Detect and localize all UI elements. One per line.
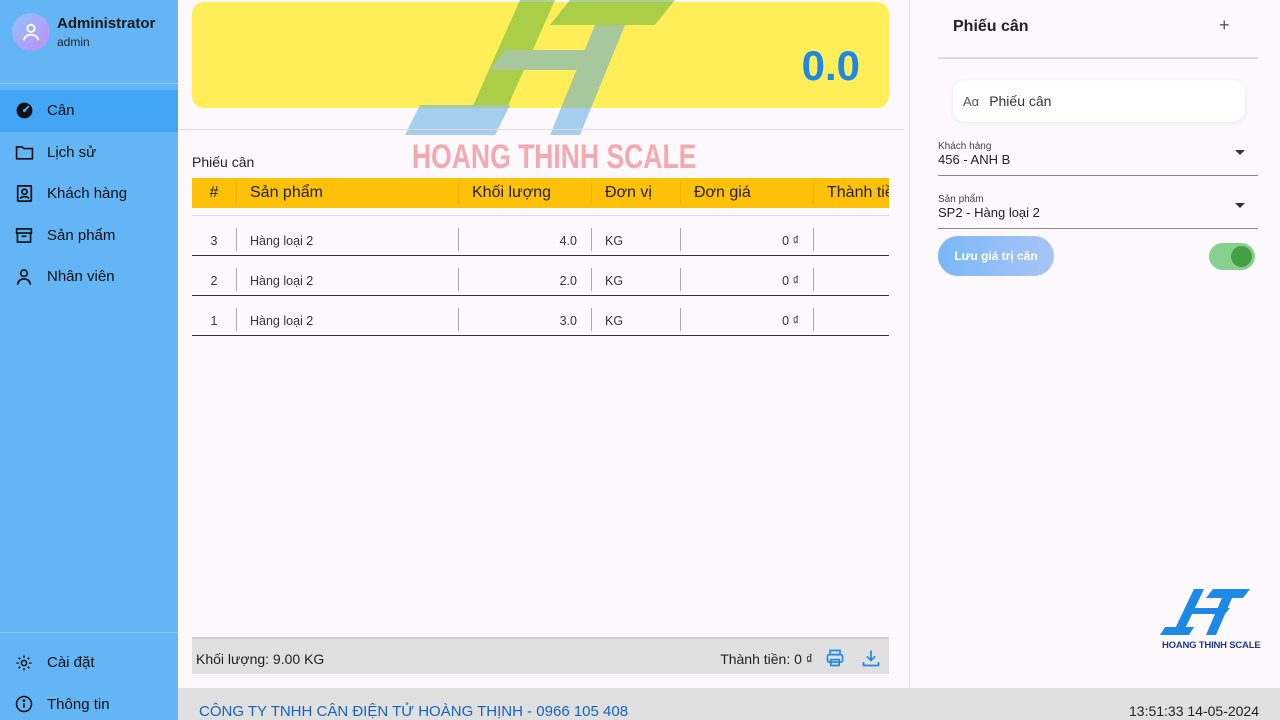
total-weight: Khối lượng: 9.00 KG	[196, 651, 325, 667]
sidebar-item-label: Cài đặt	[47, 654, 95, 672]
cell-amount	[813, 256, 889, 295]
company-logo-text: HOANG THINH SCALE	[1162, 640, 1261, 651]
ticket-name-value: Phiếu cân	[989, 93, 1052, 109]
status-bar: CÔNG TY TNHH CÂN ĐIỆN TỬ HOÀNG THỊNH - 0…	[178, 688, 1280, 720]
company-name: CÔNG TY TNHH CÂN ĐIỆN TỬ HOÀNG THỊNH - 0…	[199, 703, 629, 720]
caret-down-icon	[1235, 203, 1245, 208]
ticket-table: # Sản phẩm Khối lượng Đơn vị Đơn giá Thà…	[192, 178, 889, 336]
sidebar-item-label: Cân	[47, 102, 75, 120]
sidebar-item-san-pham[interactable]: Sản phẩm	[0, 215, 178, 257]
table-row[interactable]: 2 Hàng loại 2 2.0 KG 0 ₫	[192, 256, 889, 296]
sidebar: Administrator admin Cân Lịch sử Khách hà…	[0, 0, 178, 720]
column-header-price[interactable]: Đơn giá	[680, 178, 813, 208]
cell-price: 0 ₫	[680, 256, 813, 295]
cell-weight: 2.0	[458, 256, 591, 295]
datetime: 13:51:33 14-05-2024	[1129, 703, 1259, 719]
column-header-weight[interactable]: Khối lượng	[458, 178, 591, 208]
save-weight-button[interactable]: Lưu giá trị cân	[938, 236, 1054, 276]
cell-product: Hàng loại 2	[236, 296, 458, 335]
cell-weight: 3.0	[458, 296, 591, 335]
sidebar-item-lich-su[interactable]: Lịch sử	[0, 132, 178, 174]
auto-save-toggle[interactable]	[1209, 243, 1255, 270]
sidebar-divider	[0, 632, 178, 633]
column-header-unit[interactable]: Đơn vị	[591, 178, 680, 208]
cell-product: Hàng loại 2	[236, 256, 458, 295]
cell-number: 1	[210, 313, 218, 328]
product-value: SP2 - Hàng loại 2	[938, 205, 1040, 220]
sidebar-item-label: Lịch sử	[47, 143, 97, 161]
customer-label: Khách hàng	[938, 141, 992, 152]
cell-unit: KG	[591, 256, 680, 295]
gear-icon	[14, 653, 34, 673]
weight-display: 0.0	[192, 2, 889, 108]
table-row[interactable]: 1 Hàng loại 2 3.0 KG 0 ₫	[192, 296, 889, 336]
ticket-title: Phiếu cân	[192, 154, 255, 170]
cell-price: 0 ₫	[680, 296, 813, 335]
folder-icon	[14, 142, 34, 162]
ticket-name-input[interactable]: Aα Phiếu cân	[953, 80, 1245, 122]
sidebar-item-cai-dat[interactable]: Cài đặt	[0, 642, 178, 684]
info-icon	[14, 694, 34, 714]
sidebar-nav: Cân Lịch sử Khách hàng Sản phẩm Nhân viê…	[0, 90, 178, 298]
sidebar-divider	[0, 83, 178, 84]
archive-box-icon	[14, 225, 34, 245]
totals-bar: Khối lượng: 9.00 KG Thành tiền: 0 ₫	[192, 637, 889, 674]
customer-value: 456 - ANH B	[938, 152, 1011, 167]
column-header-number[interactable]: #	[192, 178, 236, 208]
sidebar-item-label: Nhân viên	[47, 268, 115, 286]
table-row[interactable]: 3 Hàng loại 2 4.0 KG 0 ₫	[192, 216, 889, 256]
download-icon[interactable]	[861, 648, 881, 668]
sidebar-item-label: Khách hàng	[47, 185, 128, 203]
sidebar-item-label: Thông tin	[47, 695, 110, 713]
panel-divider-line	[938, 57, 1258, 59]
product-label: Sản phẩm	[938, 194, 984, 205]
cell-unit: KG	[591, 296, 680, 335]
user-role: admin	[57, 35, 90, 49]
column-header-product[interactable]: Sản phẩm	[236, 178, 458, 208]
sidebar-item-thong-tin[interactable]: Thông tin	[0, 684, 178, 720]
cell-product: Hàng loại 2	[236, 216, 458, 255]
toggle-knob	[1231, 246, 1252, 267]
cell-number: 2	[210, 273, 218, 288]
text-format-icon: Aα	[963, 93, 980, 109]
customer-dropdown[interactable]: Khách hàng 456 - ANH B	[938, 140, 1258, 176]
sidebar-item-nhan-vien[interactable]: Nhân viên	[0, 256, 178, 298]
user-icon	[22, 23, 40, 41]
panel-divider	[909, 0, 910, 688]
gauge-icon	[14, 101, 34, 121]
product-dropdown[interactable]: Sản phẩm SP2 - Hàng loại 2	[938, 193, 1258, 229]
main-divider	[178, 129, 904, 130]
weight-value: 0.0	[801, 42, 860, 89]
cell-weight: 4.0	[458, 216, 591, 255]
user-profile[interactable]: Administrator admin	[12, 12, 155, 52]
watermark-text: HOANG THINH SCALE	[412, 138, 697, 176]
panel-title: Phiếu cân	[953, 18, 1029, 35]
cell-price: 0 ₫	[680, 216, 813, 255]
contact-book-icon	[14, 184, 34, 204]
sidebar-item-can[interactable]: Cân	[0, 90, 178, 132]
cell-amount	[813, 296, 889, 335]
sidebar-item-khach-hang[interactable]: Khách hàng	[0, 173, 178, 215]
avatar	[12, 13, 50, 51]
print-icon[interactable]	[825, 648, 845, 668]
sidebar-bottom-nav: Cài đặt Thông tin	[0, 642, 178, 720]
caret-down-icon	[1235, 150, 1245, 155]
sidebar-item-label: Sản phẩm	[47, 226, 116, 244]
add-ticket-button[interactable]: +	[1219, 15, 1230, 36]
cell-number: 3	[210, 233, 218, 248]
total-amount: Thành tiền: 0 ₫	[720, 651, 813, 667]
cell-amount	[813, 216, 889, 255]
person-icon	[14, 267, 34, 287]
table-header: # Sản phẩm Khối lượng Đơn vị Đơn giá Thà…	[192, 178, 889, 208]
column-header-amount[interactable]: Thành tiền	[813, 178, 889, 208]
user-name: Administrator	[57, 15, 156, 32]
cell-unit: KG	[591, 216, 680, 255]
